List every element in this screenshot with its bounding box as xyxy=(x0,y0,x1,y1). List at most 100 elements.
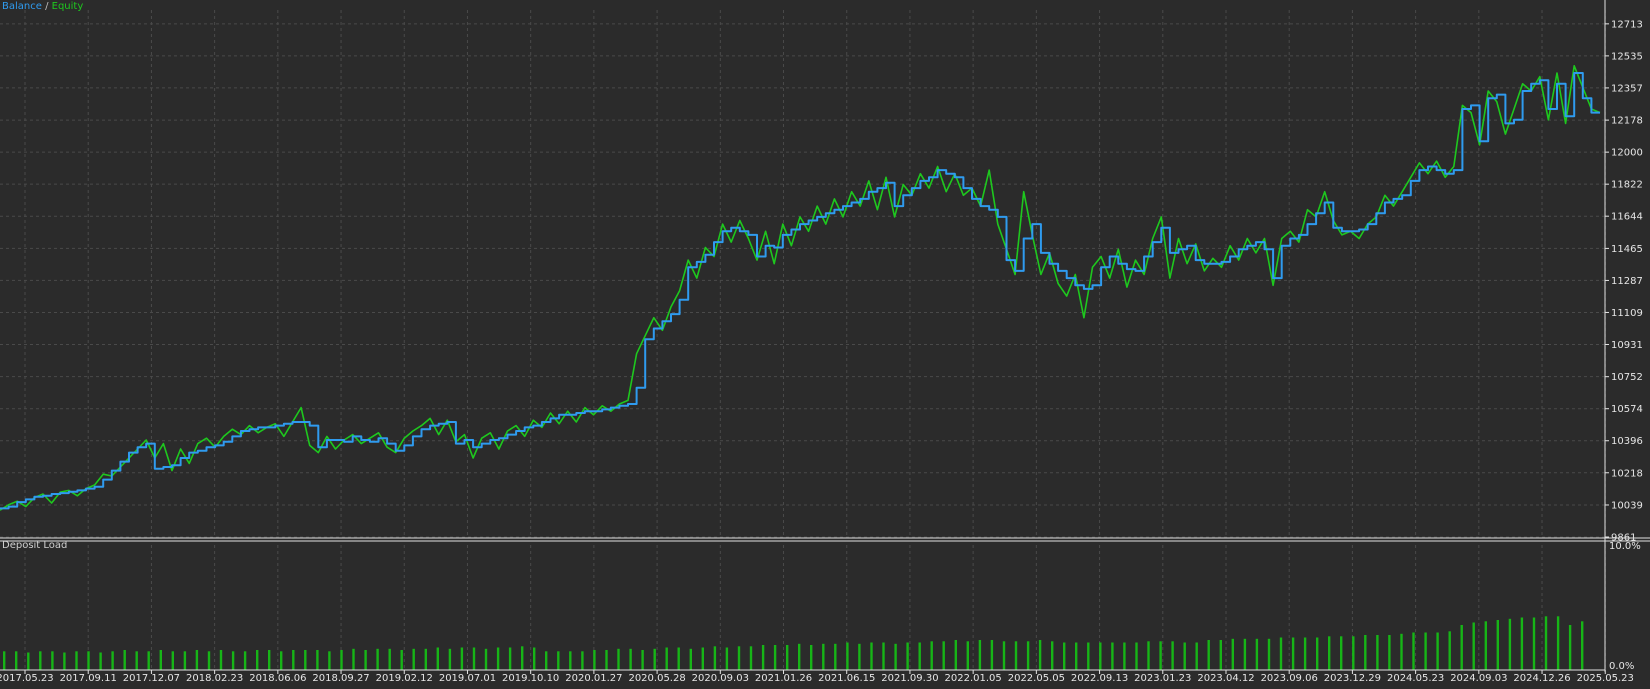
deposit-load-bar xyxy=(1171,641,1174,671)
x-tick-label: 2023.12.29 xyxy=(1324,673,1381,684)
deposit-load-bar xyxy=(617,648,620,671)
deposit-load-bar xyxy=(280,651,283,671)
deposit-load-bar xyxy=(1568,625,1572,670)
deposit-load-bar xyxy=(653,648,656,671)
deposit-load-bar xyxy=(51,651,54,671)
y-tick-label: 12713 xyxy=(1611,19,1643,30)
deposit-load-bar xyxy=(966,641,969,671)
deposit-load-bar xyxy=(1581,621,1584,671)
deposit-load-bar xyxy=(1159,641,1162,671)
chart-svg: 9861100391021810396105741075210931111091… xyxy=(0,0,1650,685)
deposit-load-bar xyxy=(27,652,30,670)
deposit-load-bar xyxy=(364,650,367,670)
x-tick-label: 2024.09.03 xyxy=(1450,673,1507,684)
deposit-load-bar xyxy=(846,642,849,670)
deposit-load-bar xyxy=(1424,632,1427,670)
y-tick-label: 10752 xyxy=(1611,372,1643,383)
x-tick-label: 2018.02.23 xyxy=(186,673,243,684)
deposit-load-bar xyxy=(412,648,415,671)
deposit-load-bar xyxy=(882,642,885,670)
deposit-load-bar xyxy=(1496,620,1499,670)
deposit-load-bar xyxy=(1352,636,1355,671)
deposit-load-bar xyxy=(593,650,596,670)
deposit-load-bar xyxy=(15,651,18,671)
chart-legend: Balance / Equity xyxy=(2,1,83,13)
deposit-load-bar xyxy=(1026,641,1030,671)
deposit-load-bar xyxy=(231,651,235,671)
x-tick-label: 2020.09.03 xyxy=(692,673,749,684)
deposit-load-bar xyxy=(484,648,488,671)
x-tick-label: 2024.05.23 xyxy=(1387,673,1444,684)
x-tick-label: 2021.09.30 xyxy=(881,673,938,684)
deposit-load-bar xyxy=(521,646,524,671)
legend-balance: Balance xyxy=(2,1,42,12)
deposit-load-bar xyxy=(496,647,500,670)
deposit-load-bar xyxy=(436,647,439,670)
deposit-load-bar xyxy=(749,646,753,671)
deposit-load-bar xyxy=(1340,636,1343,671)
deposit-load-bar xyxy=(1291,637,1295,670)
deposit-load-bar xyxy=(581,651,584,671)
deposit-load-bar xyxy=(1099,642,1102,670)
deposit-load-bar xyxy=(713,646,717,671)
deposit-load-bar xyxy=(1111,642,1114,670)
chart-background xyxy=(0,0,1650,685)
deposit-load-bar xyxy=(460,647,464,670)
deposit-load-bar xyxy=(822,643,825,671)
deposit-load-bar xyxy=(39,651,42,671)
x-tick-label: 2017.05.23 xyxy=(0,673,54,684)
deposit-load-title: Deposit Load xyxy=(2,540,68,551)
deposit-load-bar xyxy=(1436,632,1439,670)
deposit-load-bar xyxy=(123,650,126,670)
x-tick-label: 2019.02.12 xyxy=(376,673,433,684)
deposit-load-bar xyxy=(761,645,765,670)
deposit-load-bar xyxy=(954,640,957,670)
deposit-load-bar xyxy=(1231,638,1234,671)
deposit-load-bar xyxy=(1243,638,1247,671)
deposit-load-bar xyxy=(1316,637,1319,670)
deposit-load-bar xyxy=(1219,640,1222,670)
deposit-load-bar xyxy=(1147,641,1150,671)
deposit-load-bar xyxy=(1532,617,1536,670)
y-tick-label: 12357 xyxy=(1611,83,1643,94)
deposit-load-bar xyxy=(159,650,162,670)
deposit-load-bar xyxy=(798,643,801,671)
deposit-load-bar xyxy=(75,651,78,671)
deposit-load-bar xyxy=(1135,642,1138,670)
x-tick-label: 2021.01.26 xyxy=(755,673,812,684)
deposit-load-bar xyxy=(942,641,945,671)
y-tick-label: 10396 xyxy=(1611,436,1643,447)
x-tick-label: 2023.04.12 xyxy=(1197,673,1254,684)
y-tick-label: 11644 xyxy=(1611,212,1643,223)
deposit-load-bar xyxy=(894,643,897,671)
deposit-load-tick-label: 10.0% xyxy=(1609,541,1641,552)
deposit-load-bar xyxy=(171,651,174,671)
deposit-load-bar xyxy=(834,643,837,671)
y-tick-label: 12000 xyxy=(1611,148,1643,159)
deposit-load-tick-label: 0.0% xyxy=(1609,661,1634,672)
x-tick-label: 2021.06.15 xyxy=(818,673,875,684)
deposit-load-bar xyxy=(1388,635,1391,670)
x-tick-label: 2022.09.13 xyxy=(1071,673,1128,684)
deposit-load-bar xyxy=(906,642,909,670)
x-tick-label: 2020.01.27 xyxy=(565,673,622,684)
deposit-load-bar xyxy=(87,651,90,671)
deposit-load-bar xyxy=(304,650,307,670)
deposit-load-bar xyxy=(1364,635,1367,670)
y-tick-label: 11287 xyxy=(1611,276,1643,287)
deposit-load-bar xyxy=(111,651,114,671)
deposit-load-bar xyxy=(918,642,921,670)
chart-root: 9861 10039 10218 10396 10574 10752 10931 11109 1… xyxy=(0,0,1650,685)
deposit-load-bar xyxy=(978,640,982,670)
x-tick-label: 2017.12.07 xyxy=(123,673,180,684)
y-tick-label: 10931 xyxy=(1611,340,1643,351)
x-tick-label: 2018.06.06 xyxy=(249,673,306,684)
deposit-load-bar xyxy=(689,648,692,671)
x-tick-label: 2022.05.05 xyxy=(1008,673,1065,684)
deposit-load-bar xyxy=(641,650,644,670)
y-tick-label: 11465 xyxy=(1611,244,1643,255)
deposit-load-bar xyxy=(1400,633,1403,671)
y-tick-label: 10039 xyxy=(1611,500,1643,511)
deposit-load-bar xyxy=(195,650,199,670)
x-tick-label: 2018.09.27 xyxy=(312,673,369,684)
